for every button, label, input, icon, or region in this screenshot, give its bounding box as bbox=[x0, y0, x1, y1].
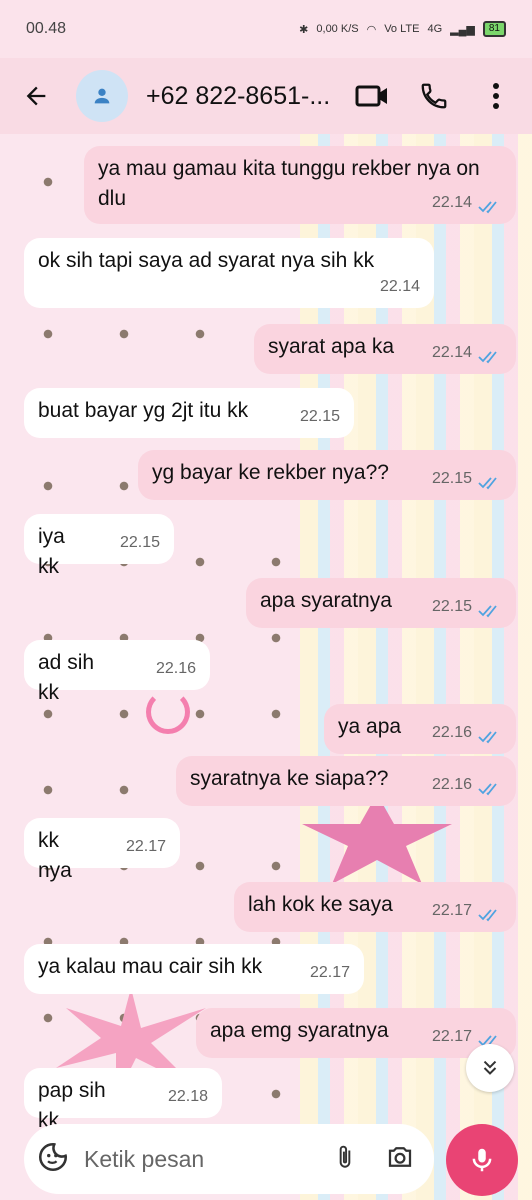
message-time: 22.15 bbox=[431, 470, 472, 487]
read-receipt-icon bbox=[478, 605, 497, 618]
message-time: 22.16 bbox=[431, 724, 472, 741]
scroll-to-bottom-button[interactable] bbox=[466, 1044, 514, 1092]
message-text: syaratnya ke siapa?? bbox=[190, 767, 389, 790]
read-receipt-icon bbox=[478, 201, 497, 214]
net-speed: 0,00 K/S bbox=[316, 23, 359, 35]
read-receipt-icon bbox=[478, 351, 497, 364]
more-vertical-icon bbox=[493, 83, 499, 109]
person-icon bbox=[94, 88, 110, 104]
message-time: 22.15 bbox=[299, 408, 340, 425]
double-chevron-down-icon bbox=[483, 1060, 497, 1075]
message-text: buat bayar yg 2jt itu kk bbox=[38, 399, 249, 422]
message-time: 22.15 bbox=[431, 598, 472, 615]
message-time: 22.14 bbox=[379, 278, 420, 295]
message-composer: Ketik pesan bbox=[24, 1124, 434, 1194]
message-text: ad sih kk bbox=[38, 651, 95, 704]
signal-icon: ▂▄▆ bbox=[450, 23, 475, 36]
message-text: ok sih tapi saya ad syarat nya sih kk bbox=[38, 249, 375, 272]
message-text: lah kok ke saya bbox=[248, 893, 393, 916]
read-receipt-icon bbox=[478, 909, 497, 922]
outgoing-message[interactable]: syarat apa ka 22.14 bbox=[254, 324, 516, 374]
status-time: 00.48 bbox=[26, 20, 67, 37]
outgoing-message[interactable]: apa emg syaratnya 22.17 bbox=[196, 1008, 516, 1058]
voice-call-button[interactable] bbox=[414, 76, 454, 116]
camera-button[interactable] bbox=[384, 1142, 416, 1177]
message-text: ya apa bbox=[338, 715, 402, 738]
message-text: ya kalau mau cair sih kk bbox=[38, 955, 263, 978]
status-icons: ✱ 0,00 K/S ◠ Vo LTE 4G ▂▄▆ 81 bbox=[299, 21, 506, 37]
message-time: 22.16 bbox=[155, 660, 196, 677]
avatar[interactable] bbox=[76, 70, 128, 122]
message-time: 22.14 bbox=[431, 194, 472, 211]
message-text: kk nya bbox=[38, 829, 72, 882]
outgoing-message[interactable]: lah kok ke saya 22.17 bbox=[234, 882, 516, 932]
incoming-message[interactable]: ok sih tapi saya ad syarat nya sih kk 22.… bbox=[24, 238, 434, 308]
back-button[interactable] bbox=[16, 76, 56, 116]
message-time: 22.17 bbox=[431, 902, 472, 919]
network-label: 4G bbox=[427, 23, 443, 35]
video-call-button[interactable] bbox=[352, 76, 392, 116]
phone-icon bbox=[421, 83, 447, 109]
message-text: apa emg syaratnya bbox=[210, 1019, 389, 1042]
message-time: 22.17 bbox=[309, 964, 350, 981]
incoming-message[interactable]: pap sih kk 22.18 bbox=[24, 1068, 222, 1132]
status-bar: 00.48 ✱ 0,00 K/S ◠ Vo LTE 4G ▂▄▆ 81 bbox=[0, 0, 532, 58]
outgoing-message[interactable]: ya mau gamau kita tunggu rekber nya on d… bbox=[84, 146, 516, 224]
incoming-message[interactable]: iya kk 22.15 bbox=[24, 514, 174, 578]
message-text: iya kk bbox=[38, 525, 65, 578]
sticker-button[interactable] bbox=[36, 1140, 70, 1179]
glitter-star-decoration bbox=[302, 794, 452, 884]
sticker-icon bbox=[38, 1142, 68, 1171]
outgoing-message[interactable]: apa syaratnya 22.15 bbox=[246, 578, 516, 628]
bluetooth-icon: ✱ bbox=[299, 23, 309, 36]
incoming-message[interactable]: buat bayar yg 2jt itu kk 22.15 bbox=[24, 388, 354, 438]
microphone-icon bbox=[472, 1148, 492, 1172]
arrow-left-icon bbox=[26, 86, 46, 106]
read-receipt-icon bbox=[478, 731, 497, 744]
message-time: 22.14 bbox=[431, 344, 472, 361]
message-input[interactable]: Ketik pesan bbox=[84, 1146, 332, 1173]
attach-button[interactable] bbox=[332, 1140, 358, 1179]
wifi-icon: ◠ bbox=[366, 23, 377, 36]
video-camera-icon bbox=[355, 85, 387, 107]
incoming-message[interactable]: kk nya 22.17 bbox=[24, 818, 180, 882]
contact-name[interactable]: +62 822-8651-... bbox=[146, 82, 336, 111]
message-time: 22.17 bbox=[431, 1028, 472, 1045]
message-text: apa syaratnya bbox=[260, 589, 392, 612]
read-receipt-icon bbox=[478, 783, 497, 796]
paperclip-icon bbox=[339, 1145, 351, 1168]
swirl-decoration bbox=[146, 690, 190, 734]
outgoing-message[interactable]: syaratnya ke siapa?? 22.16 bbox=[176, 756, 516, 806]
more-options-button[interactable] bbox=[476, 76, 516, 116]
voice-message-button[interactable] bbox=[446, 1124, 518, 1196]
outgoing-message[interactable]: yg bayar ke rekber nya?? 22.15 bbox=[138, 450, 516, 500]
message-text: yg bayar ke rekber nya?? bbox=[152, 461, 389, 484]
outgoing-message[interactable]: ya apa 22.16 bbox=[324, 704, 516, 754]
message-time: 22.16 bbox=[431, 776, 472, 793]
chat-header: +62 822-8651-... bbox=[0, 58, 532, 134]
incoming-message[interactable]: ad sih kk 22.16 bbox=[24, 640, 210, 704]
battery-icon: 81 bbox=[482, 21, 506, 37]
message-time: 22.17 bbox=[125, 838, 166, 855]
volte-label: Vo LTE bbox=[384, 23, 420, 35]
read-receipt-icon bbox=[478, 477, 497, 490]
incoming-message[interactable]: ya kalau mau cair sih kk 22.17 bbox=[24, 944, 364, 994]
message-text: syarat apa ka bbox=[268, 335, 395, 358]
message-time: 22.18 bbox=[167, 1088, 208, 1105]
message-time: 22.15 bbox=[119, 534, 160, 551]
camera-icon bbox=[388, 1146, 412, 1167]
